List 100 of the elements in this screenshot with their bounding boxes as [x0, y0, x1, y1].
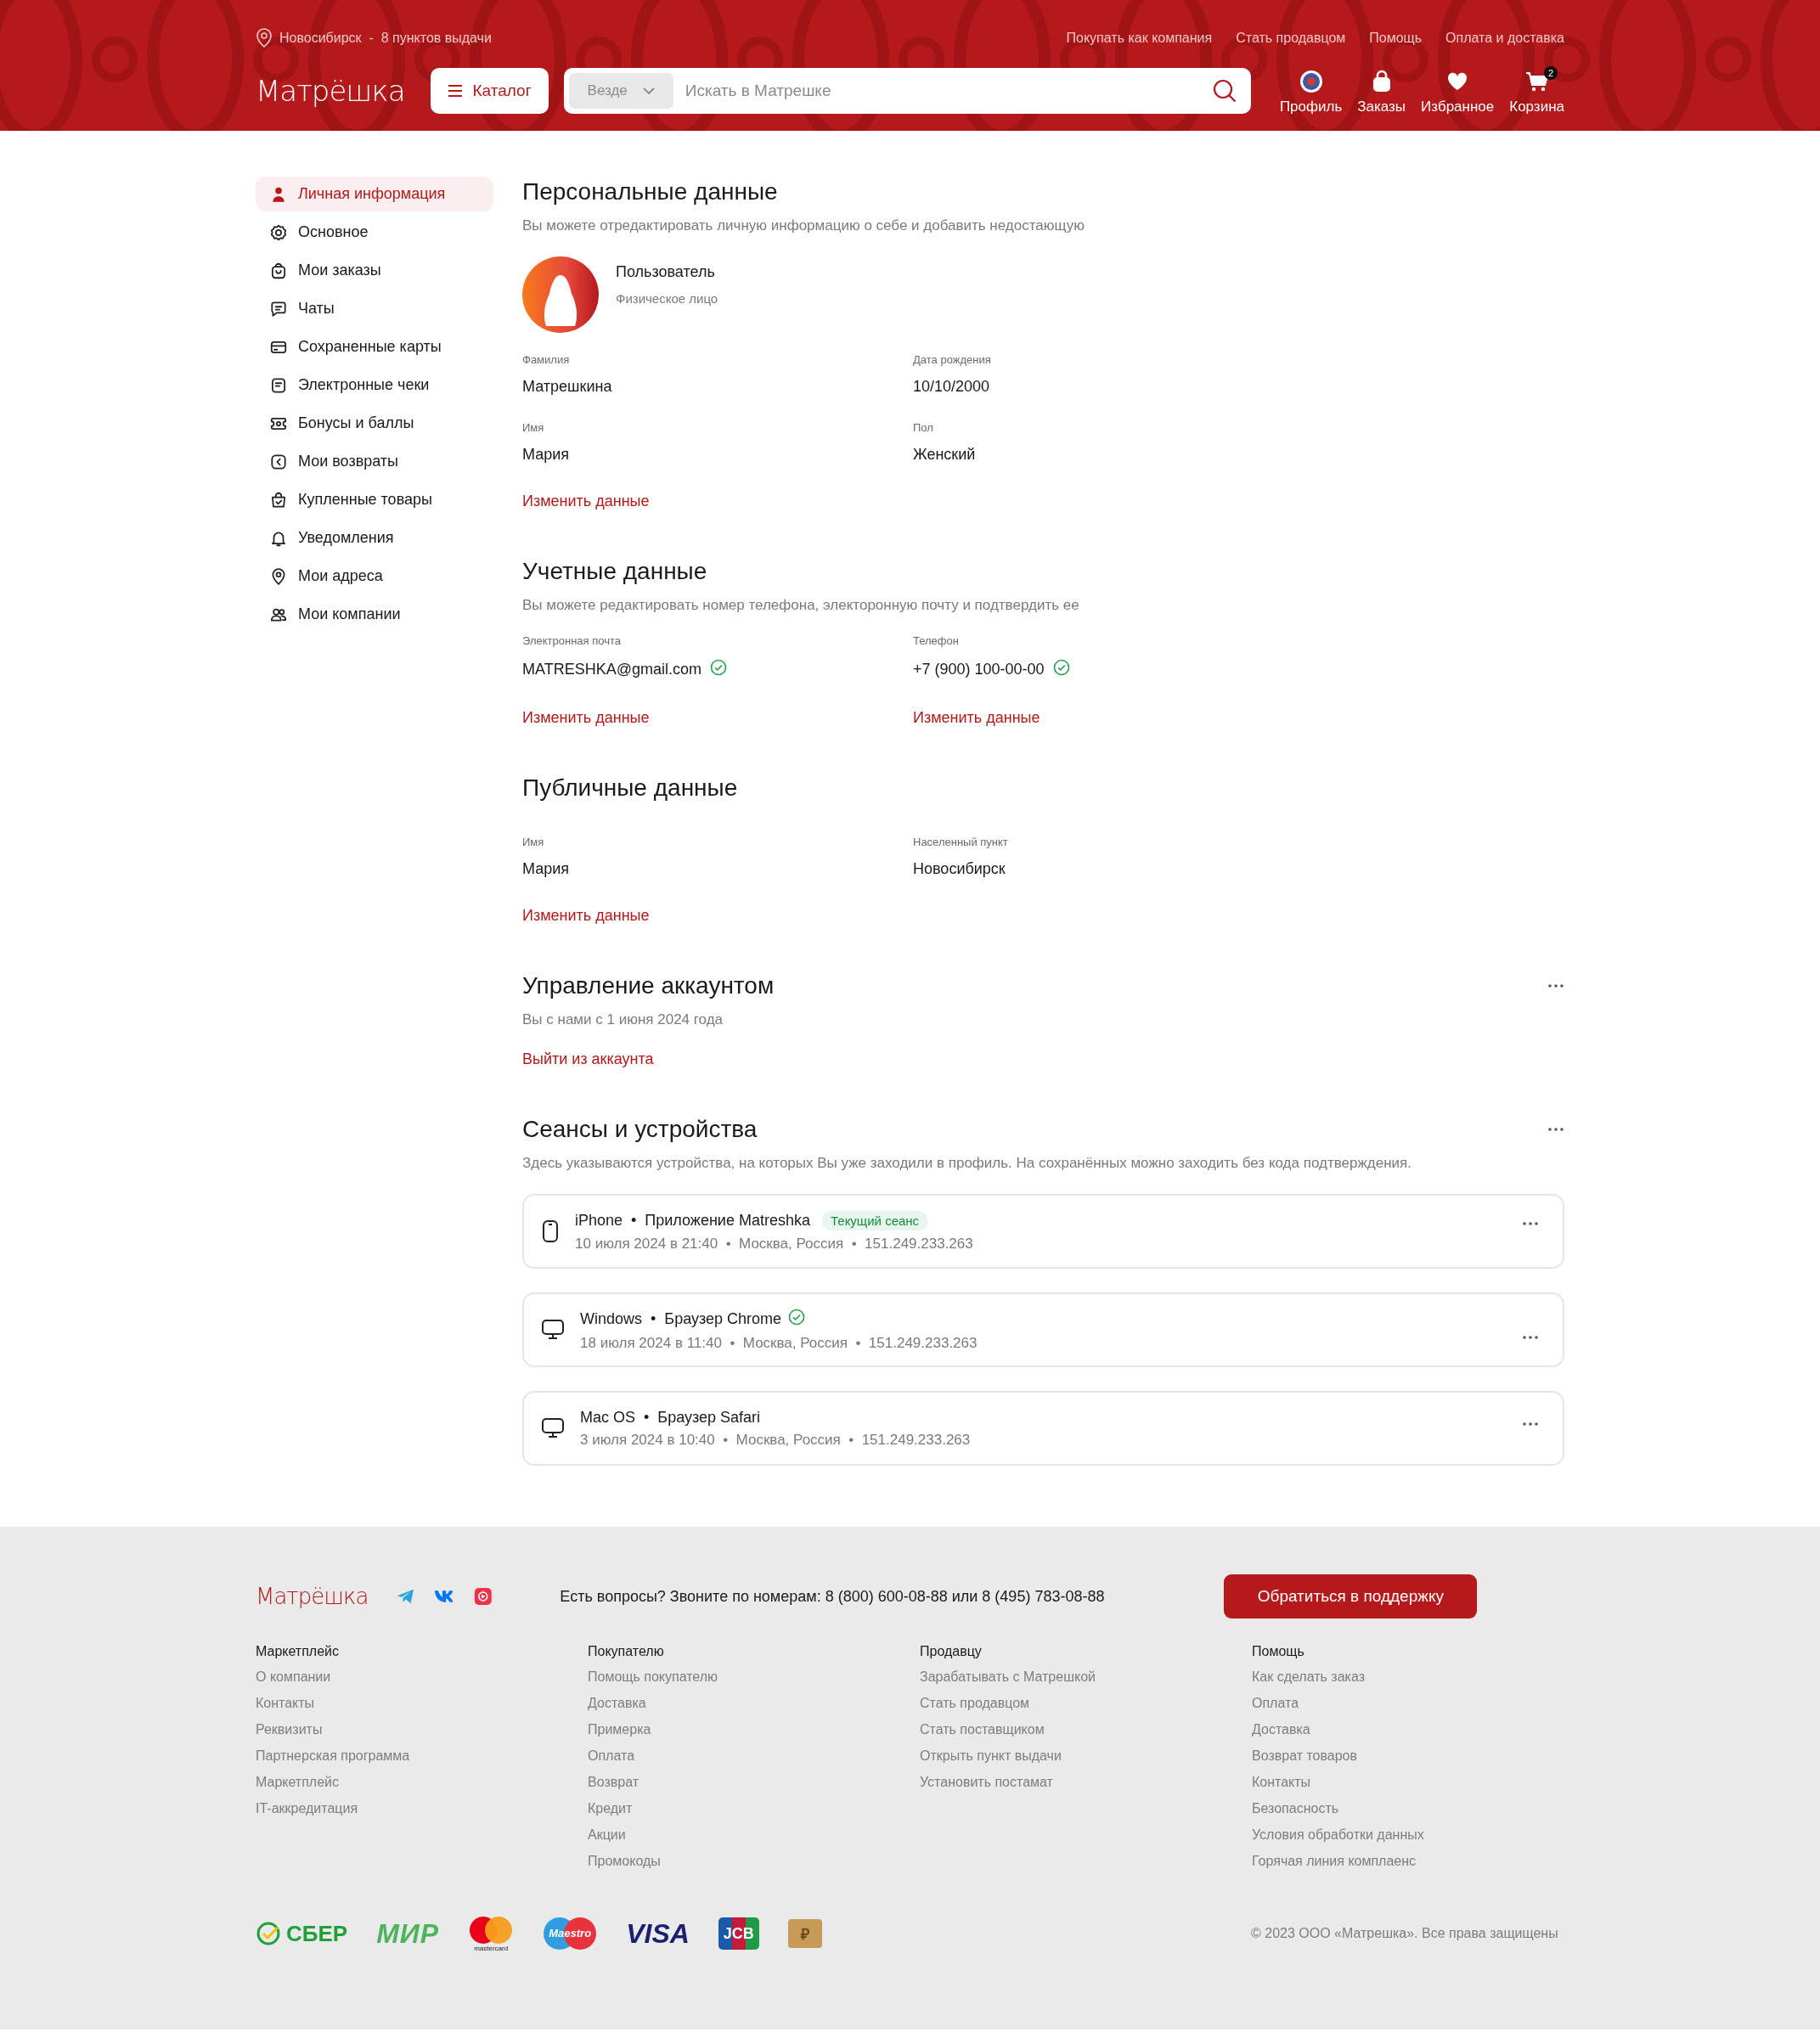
more-icon[interactable]: [1522, 1335, 1539, 1340]
user-name: Пользователь: [616, 263, 716, 281]
play-icon[interactable]: [473, 1585, 493, 1607]
vk-icon[interactable]: [433, 1588, 455, 1605]
footer-link[interactable]: Открыть пункт выдачи: [920, 1748, 1062, 1775]
footer-link[interactable]: О компании: [256, 1669, 331, 1696]
session-title: Mac OS • Браузер Safari: [580, 1408, 761, 1427]
section-subtitle: Вы можете отредактировать личную информацию о себе и добавить недостающую: [522, 217, 1085, 234]
nav-item[interactable]: Профиль: [1279, 66, 1343, 115]
logout-link[interactable]: Выйти из аккаунта: [522, 1050, 654, 1068]
sidebar-item[interactable]: Электронные чеки: [256, 368, 493, 403]
footer-link[interactable]: Горячая линия комплаенс: [1252, 1854, 1417, 1880]
footer-link[interactable]: Возврат: [588, 1775, 639, 1801]
nav-item[interactable]: Заказы: [1357, 66, 1406, 115]
sidebar-item[interactable]: Бонусы и баллы: [256, 406, 493, 441]
location-text[interactable]: Новосибирск - 8 пунктов выдачи: [279, 31, 492, 46]
header-link[interactable]: Покупать как компания: [1066, 31, 1213, 46]
field-label: Дата рождения: [913, 353, 992, 366]
footer-logo[interactable]: Матрёшка: [256, 1581, 369, 1612]
footer-link[interactable]: Промокоды: [588, 1854, 661, 1880]
visa-logo: VISA: [626, 1917, 690, 1950]
footer-link[interactable]: Как сделать заказ: [1252, 1669, 1365, 1696]
check-circle-icon: [1052, 659, 1070, 676]
footer-link[interactable]: Оплата: [1252, 1696, 1299, 1722]
sidebar-item[interactable]: Уведомления: [256, 521, 493, 555]
section-title: Сеансы и устройства: [522, 1116, 758, 1143]
catalog-button[interactable]: Каталог: [430, 68, 549, 114]
section-subtitle: Здесь указываются устройства, на которых Вы уже заходили в профиль. На сохранённых можно заходить без кода подтверждения.: [522, 1155, 1412, 1172]
section-title: Персональные данные: [522, 178, 779, 205]
more-icon[interactable]: [1547, 983, 1564, 988]
footer-link[interactable]: Контакты: [1252, 1775, 1311, 1801]
chat-icon: [269, 299, 288, 318]
chevron-down-icon: [642, 87, 655, 94]
footer-link[interactable]: Реквизиты: [256, 1722, 323, 1748]
more-icon[interactable]: [1522, 1221, 1539, 1226]
footer-link[interactable]: Возврат товаров: [1252, 1748, 1357, 1775]
sidebar-item[interactable]: Мои возвраты: [256, 444, 493, 479]
sidebar-item[interactable]: Мои заказы: [256, 253, 493, 288]
sidebar-item[interactable]: Чаты: [256, 291, 493, 326]
phone-icon: [541, 1219, 560, 1243]
footer-link[interactable]: Акции: [588, 1827, 626, 1854]
avatar-icon: [1299, 70, 1323, 93]
header-link[interactable]: Стать продавцом: [1236, 31, 1346, 46]
field-value: MATRESHKA@gmail.com: [522, 661, 702, 678]
field-value: Мария: [522, 860, 570, 878]
receipt-icon: [269, 375, 288, 395]
session-details: 18 июля 2024 в 11:40 • Москва, Россия • 151.249.233.263: [580, 1334, 978, 1352]
footer-link[interactable]: Стать продавцом: [920, 1696, 1030, 1722]
user-type: Физическое лицо: [616, 291, 718, 306]
more-icon[interactable]: [1547, 1127, 1564, 1132]
footer-link[interactable]: Примерка: [588, 1722, 651, 1748]
sidebar-item[interactable]: Мои компании: [256, 597, 493, 632]
field-label: Имя: [522, 836, 545, 848]
more-icon[interactable]: [1522, 1422, 1539, 1427]
wallet-icon: ₽: [787, 1919, 822, 1948]
edit-link[interactable]: Изменить данные: [913, 709, 1040, 727]
section-subtitle: Вы с нами с 1 июня 2024 года: [522, 1011, 724, 1028]
footer-link[interactable]: Контакты: [256, 1696, 315, 1722]
bag-icon: [269, 261, 288, 280]
field-label: Фамилия: [522, 353, 571, 366]
location-pin-icon: [256, 28, 273, 48]
footer-link[interactable]: Установить постамат: [920, 1775, 1053, 1801]
sidebar-item[interactable]: Мои адреса: [256, 559, 493, 594]
field-value: +7 (900) 100-00-00: [913, 661, 1045, 678]
field-label: Пол: [913, 421, 934, 434]
edit-link[interactable]: Изменить данные: [522, 709, 650, 727]
footer-link[interactable]: Зарабатывать с Матрешкой: [920, 1669, 1096, 1696]
support-button[interactable]: Обратиться в поддержку: [1224, 1574, 1478, 1619]
sidebar-item[interactable]: Личная информация: [256, 177, 493, 211]
footer-link[interactable]: Условия обработки данных: [1252, 1827, 1424, 1854]
footer-heading: Маркетплейс: [256, 1644, 340, 1659]
footer-link[interactable]: Помощь покупателю: [588, 1669, 718, 1696]
footer-link[interactable]: Партнерская программа: [256, 1748, 410, 1775]
sidebar-item[interactable]: Сохраненные карты: [256, 329, 493, 364]
footer-link[interactable]: Маркетплейс: [256, 1775, 339, 1801]
footer-link[interactable]: IT-аккредитация: [256, 1801, 358, 1827]
settings-icon: [269, 222, 288, 242]
session-title: Windows • Браузер Chrome: [580, 1309, 782, 1328]
header-link[interactable]: Оплата и доставка: [1445, 31, 1564, 46]
bag-check-icon: [269, 490, 288, 510]
search-field[interactable]: Везде Искать в Матрешке: [563, 68, 1251, 114]
footer-heading: Продавцу: [920, 1644, 983, 1659]
search-icon[interactable]: [1211, 78, 1237, 104]
sidebar-item[interactable]: Основное: [256, 215, 493, 250]
footer-link[interactable]: Стать поставщиком: [920, 1722, 1045, 1748]
footer-link[interactable]: Кредит: [588, 1801, 633, 1827]
sidebar-item[interactable]: Купленные товары: [256, 482, 493, 517]
edit-link[interactable]: Изменить данные: [522, 493, 650, 510]
footer-link[interactable]: Доставка: [588, 1696, 646, 1722]
field-label: Электронная почта: [522, 634, 622, 647]
header-link[interactable]: Помощь: [1369, 31, 1423, 46]
nav-item[interactable]: Корзина 2: [1509, 66, 1564, 115]
nav-item[interactable]: Избранное: [1421, 66, 1495, 115]
session-title: iPhone • Приложение Matreshka: [575, 1211, 810, 1230]
edit-link[interactable]: Изменить данные: [522, 907, 650, 925]
footer-link[interactable]: Оплата: [588, 1748, 635, 1775]
footer-link[interactable]: Безопасность: [1252, 1801, 1339, 1827]
scope-dropdown[interactable]: Везде: [568, 73, 673, 109]
logo[interactable]: Матрёшка: [256, 72, 405, 110]
footer-link[interactable]: Доставка: [1252, 1722, 1310, 1748]
